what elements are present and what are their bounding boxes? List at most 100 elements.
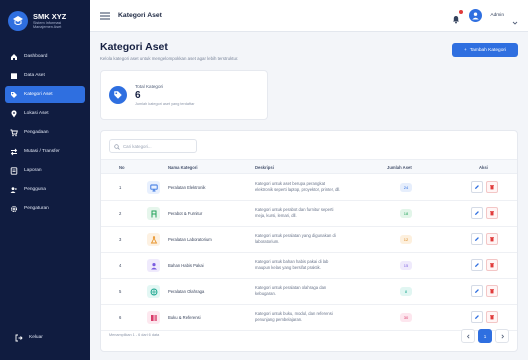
sidebar-item-mutasi-transfer[interactable]: Mutasi / Transfer <box>5 143 85 160</box>
pagination-info: Menampilkan 1 - 6 dari 6 data <box>109 333 160 337</box>
sidebar-item-label: Dashboard <box>24 54 48 59</box>
table-row: 3 Peralatan Laboratorium Kategori untuk pe… <box>101 227 517 253</box>
delete-button[interactable] <box>486 181 498 193</box>
sidebar: SMK XYZ Sistem Informasi Manajemen Aset … <box>0 0 90 360</box>
header-count: Jumlah Aset <box>387 165 412 170</box>
edit-button[interactable] <box>471 285 483 297</box>
box-icon <box>10 72 18 80</box>
delete-button[interactable] <box>486 285 498 297</box>
header-desc: Deskripsi <box>255 165 274 170</box>
user-name[interactable]: Admin <box>490 13 504 18</box>
header-no: No <box>119 165 125 170</box>
notification-bell-icon[interactable] <box>451 9 464 23</box>
sidebar-item-data-aset[interactable]: Data Aset <box>5 67 85 84</box>
person-icon <box>147 259 160 272</box>
delete-button[interactable] <box>486 233 498 245</box>
page-1-button[interactable]: 1 <box>478 329 492 343</box>
sidebar-item-kategori-aset[interactable]: Kategori Aset <box>5 86 85 103</box>
asset-count-badge: 15 <box>400 261 412 270</box>
brand-subtitle-2: Manajemen Aset <box>33 24 62 29</box>
page-title: Kategori Aset <box>100 41 168 53</box>
sidebar-item-label: Pengaturan <box>24 206 49 211</box>
flask-icon <box>147 233 160 246</box>
row-actions <box>471 259 498 271</box>
row-number: 6 <box>119 315 122 320</box>
trash-icon <box>490 237 494 242</box>
header-actions: Aksi <box>479 165 488 170</box>
school-logo-icon <box>8 11 28 31</box>
edit-button[interactable] <box>471 259 483 271</box>
add-category-button[interactable]: + Tambah Kategori <box>452 43 518 57</box>
category-name: Bahan Habis Pakai <box>168 263 204 268</box>
sidebar-item-label: Data Aset <box>24 73 45 78</box>
header-name: Nama Kategori <box>168 165 198 170</box>
category-name: Peralatan Olahraga <box>168 289 205 294</box>
notification-dot <box>459 9 464 14</box>
search-icon <box>114 137 120 155</box>
main-content: Kategori Aset Kelola kategori aset untuk… <box>90 32 528 360</box>
sidebar-item-laporan[interactable]: Laporan <box>5 162 85 179</box>
avatar[interactable] <box>469 9 483 22</box>
row-actions <box>471 233 498 245</box>
table-row: 2 Perabot & Furnitur Kategori untuk perabo… <box>101 201 517 227</box>
category-name: Buku & Referensi <box>168 315 201 320</box>
hamburger-menu-icon[interactable] <box>100 11 110 21</box>
edit-button[interactable] <box>471 311 483 323</box>
category-desc: Kategori untuk peralatan olahraga dan ke… <box>255 285 327 296</box>
delete-button[interactable] <box>486 207 498 219</box>
brand: SMK XYZ Sistem Informasi Manajemen Aset <box>0 0 90 42</box>
asset-count-badge: 18 <box>400 209 412 218</box>
delete-button[interactable] <box>486 259 498 271</box>
pencil-icon <box>475 237 479 241</box>
chevron-down-icon[interactable] <box>512 13 518 25</box>
table-row: 4 Bahan Habis Pakai Kategori untuk bahan h… <box>101 253 517 279</box>
asset-count-badge: 24 <box>400 183 412 192</box>
sidebar-item-label: Laporan <box>24 168 42 173</box>
logout-button[interactable]: Keluar <box>10 329 80 346</box>
search-box <box>109 139 197 153</box>
category-name: Perabot & Furnitur <box>168 211 203 216</box>
search-input[interactable] <box>123 143 192 149</box>
sidebar-item-label: Lokasi Aset <box>24 111 49 116</box>
sidebar-item-dashboard[interactable]: Dashboard <box>5 48 85 65</box>
row-number: 2 <box>119 211 122 216</box>
asset-count-badge: 30 <box>400 313 412 322</box>
asset-count-badge: 8 <box>400 287 412 296</box>
category-table-card: No Nama Kategori Deskripsi Jumlah Aset A… <box>100 130 518 352</box>
chevron-right-icon <box>501 334 504 338</box>
table-row: 1 Peralatan Elektronik Kategori untuk aset… <box>101 175 517 201</box>
sidebar-item-pengaturan[interactable]: Pengaturan <box>5 200 85 217</box>
table-row: 6 Buku & Referensi Kategori untuk buku, mo… <box>101 305 517 331</box>
gear-icon <box>10 205 18 213</box>
edit-button[interactable] <box>471 207 483 219</box>
tag-icon <box>10 91 18 99</box>
pencil-icon <box>475 211 479 215</box>
tag-icon <box>109 86 127 104</box>
sidebar-item-pengadaan[interactable]: Pengadaan <box>5 124 85 141</box>
row-actions <box>471 285 498 297</box>
sidebar-item-lokasi-aset[interactable]: Lokasi Aset <box>5 105 85 122</box>
row-number: 3 <box>119 237 122 242</box>
plus-icon: + <box>463 47 467 53</box>
sidebar-item-pengguna[interactable]: Pengguna <box>5 181 85 198</box>
sidebar-item-label: Kategori Aset <box>24 92 53 97</box>
sidebar-item-label: Pengguna <box>24 187 46 192</box>
topbar-title: Kategori Aset <box>118 12 162 19</box>
prev-page-button[interactable] <box>461 329 475 343</box>
cart-icon <box>10 129 18 137</box>
edit-button[interactable] <box>471 233 483 245</box>
next-page-button[interactable] <box>495 329 509 343</box>
stat-label: Total Kategori <box>135 84 164 89</box>
sidebar-nav: Dashboard Data Aset Kategori Aset Lokasi… <box>0 48 90 217</box>
location-icon <box>10 109 18 118</box>
category-name: Peralatan Elektronik <box>168 185 206 190</box>
asset-count-badge: 12 <box>400 235 412 244</box>
trash-icon <box>490 289 494 294</box>
category-desc: Kategori untuk peralatan yang digunakan … <box>255 233 336 244</box>
edit-button[interactable] <box>471 181 483 193</box>
add-category-label: Tambah Kategori <box>469 47 507 53</box>
pencil-icon <box>475 289 479 293</box>
monitor-icon <box>147 181 160 194</box>
delete-button[interactable] <box>486 311 498 323</box>
transfer-icon <box>10 148 18 156</box>
